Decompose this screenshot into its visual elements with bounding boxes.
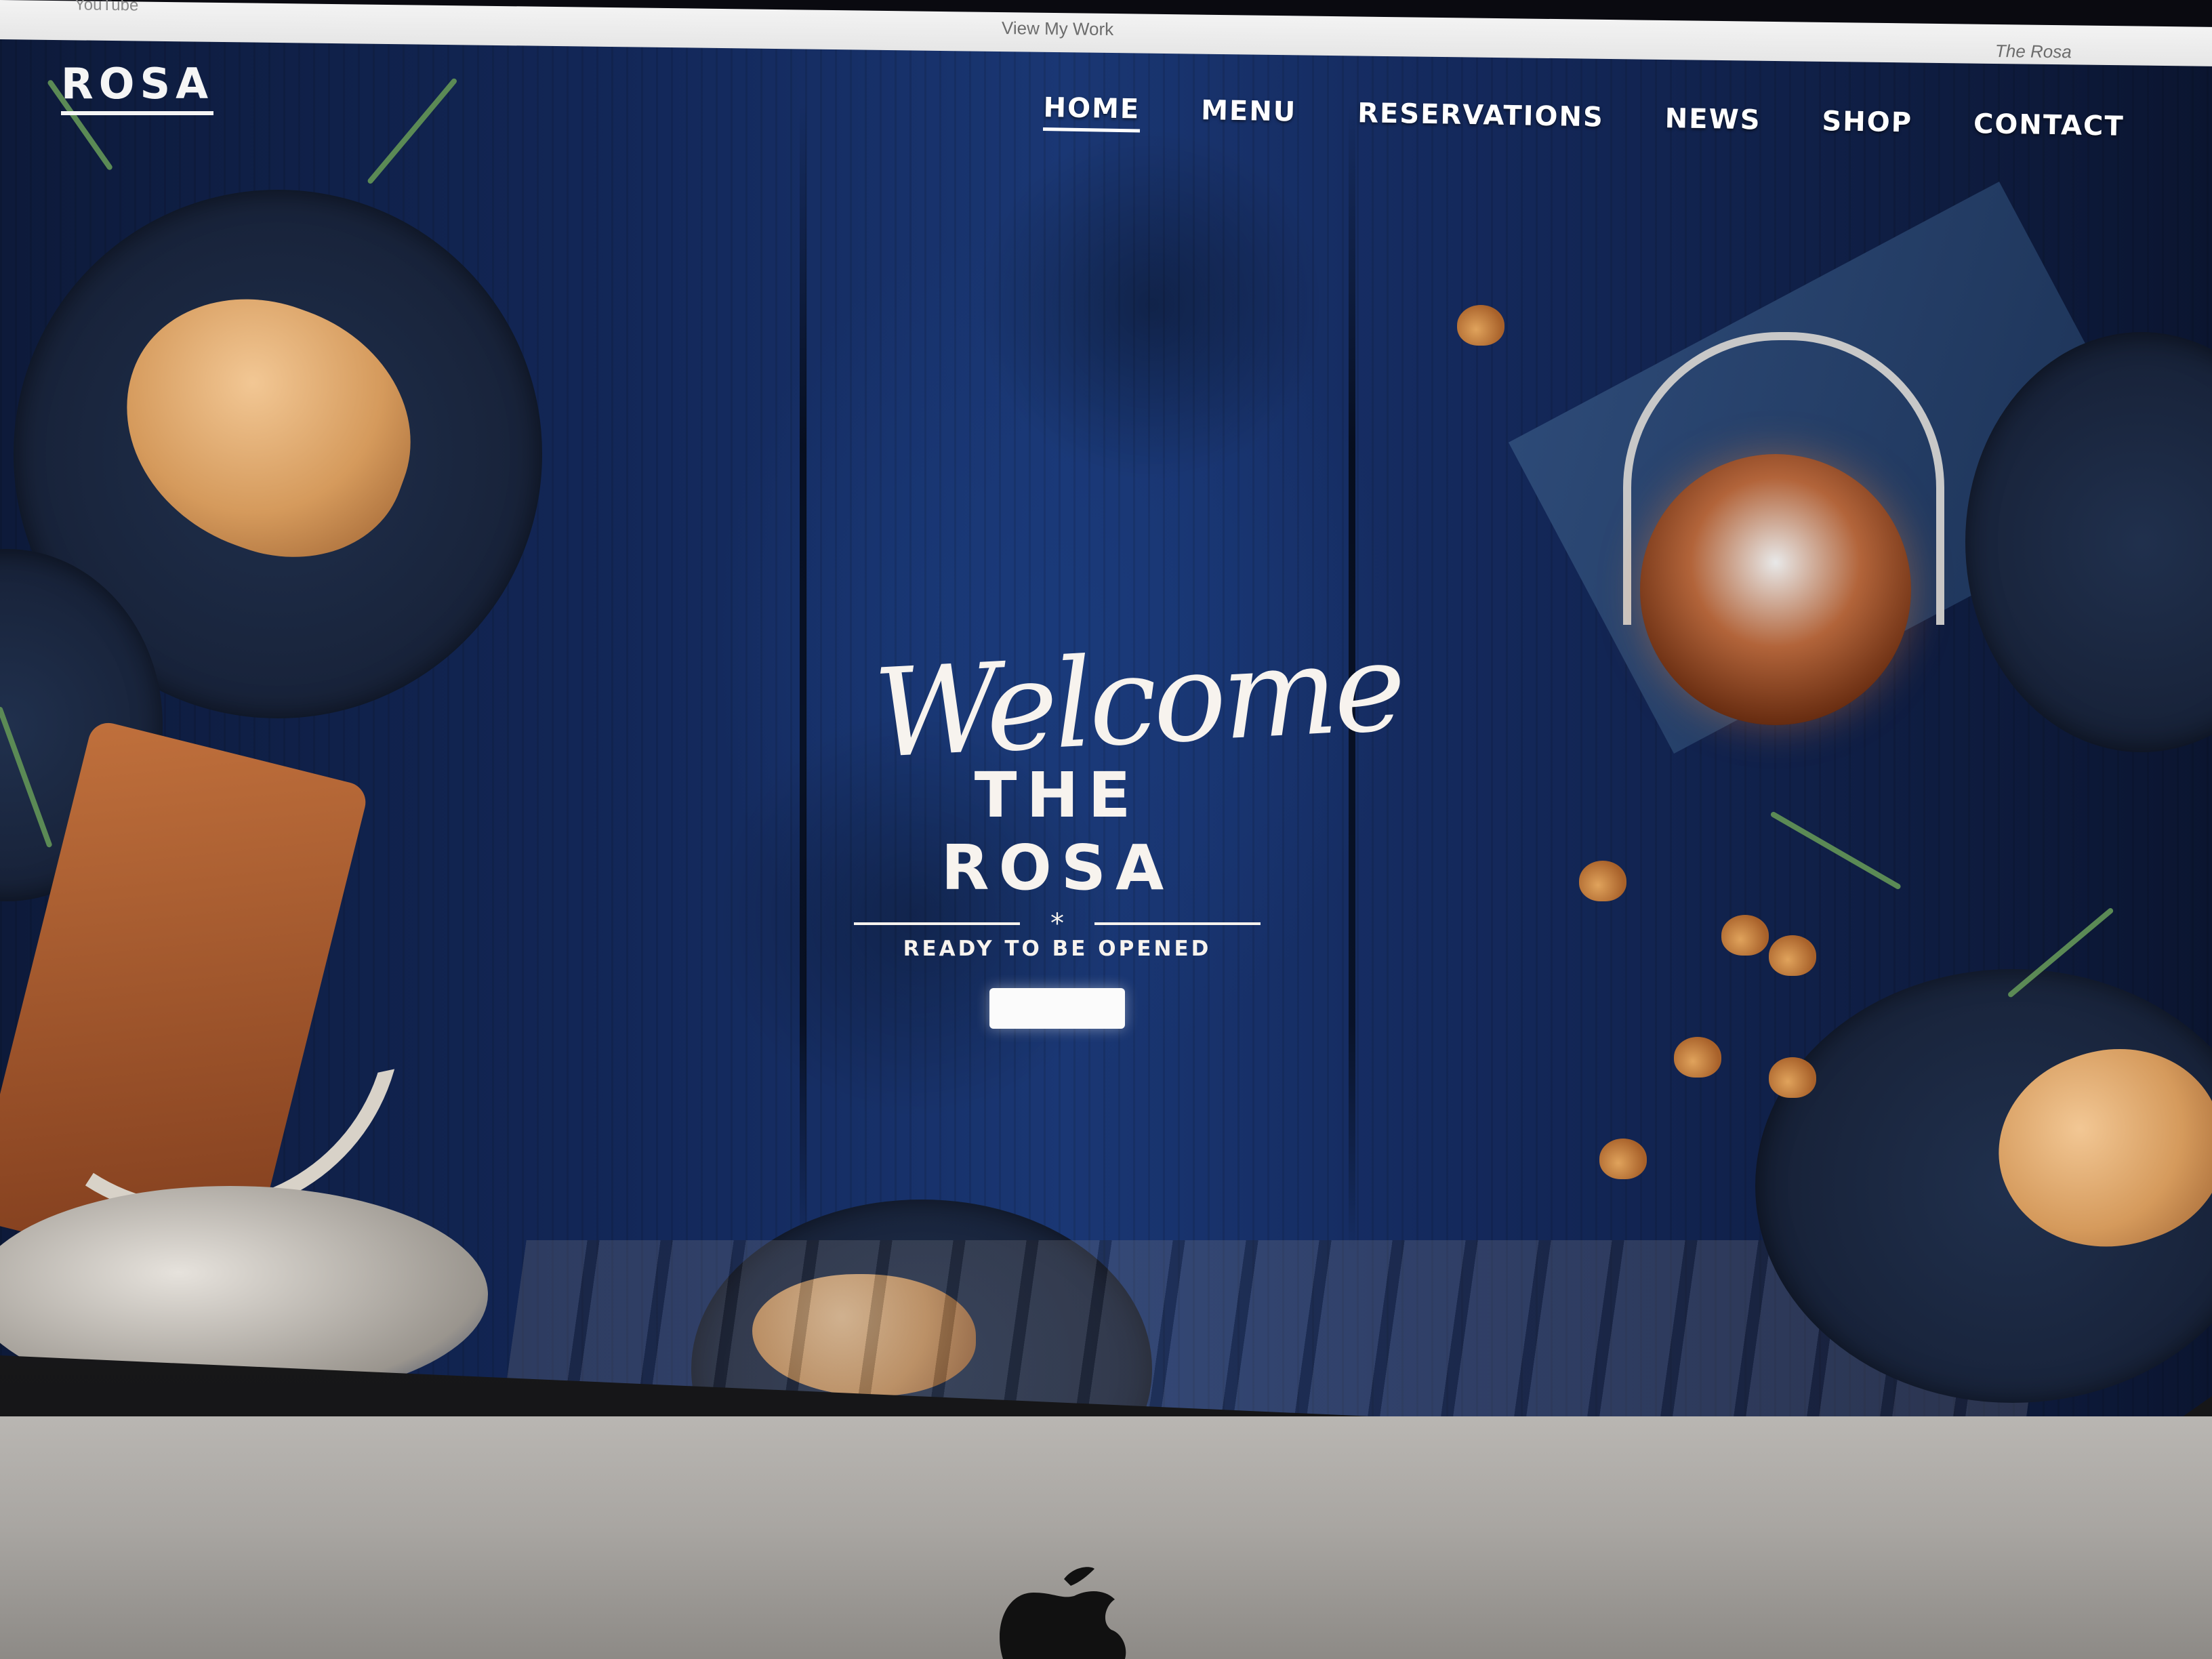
nav-link-menu[interactable]: MENU <box>1201 95 1297 135</box>
hero-block: Welcome THE ROSA * READY TO BE OPENED <box>847 617 1406 1029</box>
hero-subtitle: READY TO BE OPENED <box>903 937 1212 961</box>
browser-tab-active[interactable]: The Rosa <box>1995 41 2072 62</box>
screen: ROSA HOME MENU RESERVATIONS NEWS SHOP CO… <box>0 0 2212 1416</box>
acorn-image <box>1457 305 1504 346</box>
acorn-image <box>1674 1037 1721 1078</box>
acorn-image <box>1769 1057 1816 1098</box>
browser-tab[interactable]: YouTube <box>75 0 138 15</box>
site-logo[interactable]: ROSA <box>61 60 214 116</box>
apple-logo-icon <box>1000 1567 1126 1659</box>
acorn-image <box>1579 861 1626 901</box>
nav-link-shop[interactable]: SHOP <box>1822 106 1912 146</box>
browser-tab[interactable]: View My Work <box>1002 18 1113 40</box>
acorn-image <box>1721 915 1769 956</box>
divider-line-left <box>854 922 1020 925</box>
hero-divider: * <box>854 908 1261 939</box>
nav-link-home[interactable]: HOME <box>1043 92 1141 133</box>
acorn-image <box>1769 935 1816 976</box>
teapot-image <box>1640 454 1911 725</box>
hero-cta-button[interactable] <box>989 988 1125 1029</box>
divider-line-right <box>1094 922 1261 925</box>
website-hero: ROSA HOME MENU RESERVATIONS NEWS SHOP CO… <box>0 34 2212 1416</box>
hero-script-title: Welcome <box>870 616 1406 786</box>
asterisk-icon: * <box>1050 908 1064 939</box>
acorn-image <box>1599 1139 1647 1179</box>
nav-link-contact[interactable]: CONTACT <box>1973 108 2125 150</box>
nav-link-news[interactable]: NEWS <box>1664 103 1761 143</box>
nav-link-reservations[interactable]: RESERVATIONS <box>1357 98 1604 140</box>
